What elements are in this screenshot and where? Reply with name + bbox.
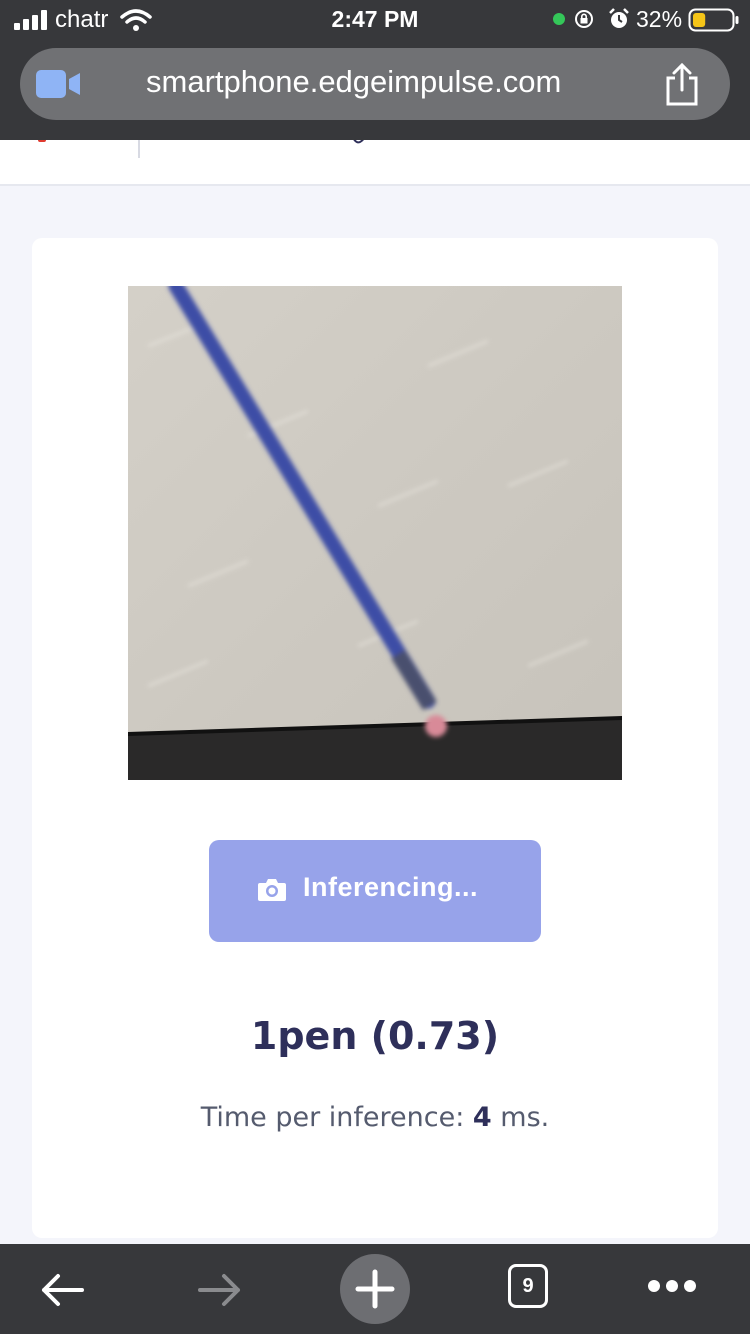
- inferencing-button-label: Inferencing...: [303, 872, 479, 902]
- plus-icon: [355, 1269, 395, 1309]
- browser-top-chrome: chatr 2:47 PM 32% smartphone.edgeimpulse…: [0, 0, 750, 140]
- header-text-fragment: [353, 140, 364, 144]
- timing-label: Time per inference:: [200, 1102, 473, 1133]
- address-bar[interactable]: smartphone.edgeimpulse.com: [20, 48, 730, 120]
- timing-unit: ms.: [491, 1102, 550, 1133]
- url-text[interactable]: smartphone.edgeimpulse.com: [146, 64, 561, 100]
- share-icon[interactable]: [664, 62, 700, 106]
- tabs-button[interactable]: 9: [508, 1264, 548, 1308]
- status-bar: chatr 2:47 PM 32%: [0, 0, 750, 42]
- camera-icon: [258, 879, 286, 901]
- timing-value: 4: [472, 1102, 492, 1133]
- classification-result: 1pen (0.73): [250, 1014, 500, 1058]
- new-tab-button[interactable]: [340, 1254, 410, 1324]
- more-dots-icon[interactable]: [646, 1278, 698, 1294]
- page-header: [0, 140, 750, 186]
- back-arrow-icon[interactable]: [38, 1268, 88, 1312]
- lock-rotation-icon: [575, 10, 593, 28]
- alarm-icon: [609, 8, 629, 28]
- inferencing-button[interactable]: Inferencing...: [209, 840, 541, 942]
- inference-timing: Time per inference: 4 ms.: [32, 1102, 718, 1133]
- browser-bottom-toolbar: 9: [0, 1244, 750, 1334]
- logo-fragment: [38, 140, 46, 142]
- camera-preview: [128, 286, 622, 780]
- battery-percentage: 32%: [636, 6, 683, 32]
- camera-in-use-indicator: [553, 13, 565, 25]
- video-camera-icon[interactable]: [36, 70, 82, 98]
- inference-card: Inferencing... 1pen (0.73) Time per infe…: [32, 238, 718, 1238]
- battery-icon: [688, 8, 739, 32]
- forward-arrow-icon[interactable]: [194, 1268, 244, 1312]
- header-divider: [138, 140, 140, 158]
